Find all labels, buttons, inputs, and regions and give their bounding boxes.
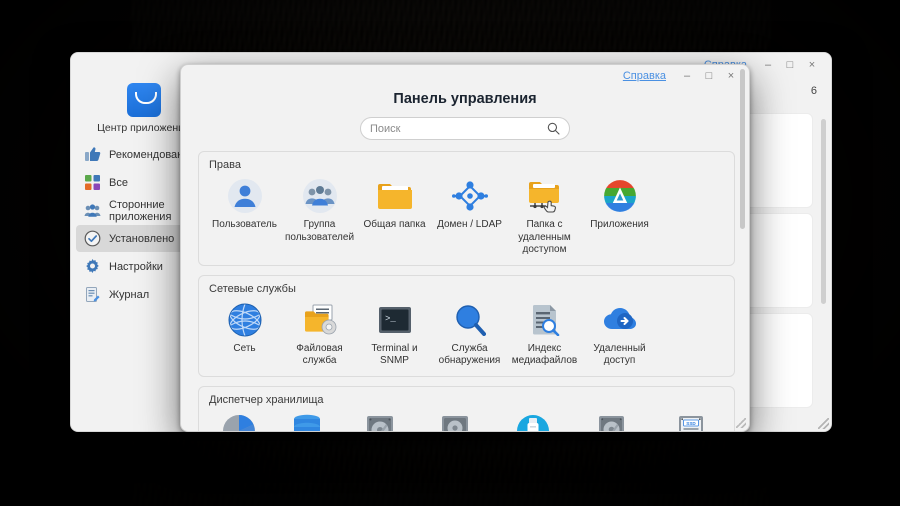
search-input[interactable] (370, 122, 547, 135)
item-virtual-disk[interactable]: VHD Виртуальный диск (417, 410, 493, 431)
shared-folder-remote-icon (526, 177, 564, 215)
group-permissions: Права Пользователь Группа пользователей … (198, 151, 735, 266)
item-usb-device[interactable]: USB -устройство (493, 410, 573, 431)
search-area (181, 117, 749, 151)
globe-network-icon (226, 301, 264, 339)
item-label: Домен / LDAP (437, 219, 502, 230)
check-circle-icon (84, 230, 101, 247)
user-group-icon (301, 177, 339, 215)
item-terminal-snmp[interactable]: >_ Terminal и SNMP (357, 299, 432, 368)
group-title: Диспетчер хранилища (209, 393, 324, 406)
dialog-help-link[interactable]: Справка (623, 70, 666, 82)
sidebar-item-label: Рекомендовано (109, 148, 190, 161)
people-icon (84, 202, 101, 219)
sidebar-item-label: Все (109, 176, 128, 189)
group-title: Права (209, 159, 241, 171)
dialog-titlebar[interactable]: Справка – □ × (181, 65, 749, 87)
dialog-resize-handle[interactable] (736, 418, 746, 428)
log-document-icon (84, 286, 101, 303)
item-hard-disk[interactable]: Жесткий диск (343, 410, 417, 431)
domain-ldap-icon (451, 177, 489, 215)
group-items: Сеть Файловая служба >_ Terminal и SNMP … (207, 299, 726, 368)
usb-device-icon (514, 412, 552, 431)
folder-icon (376, 177, 414, 215)
app-window-minimize-button[interactable]: – (757, 56, 779, 74)
dialog-minimize-button[interactable]: – (676, 67, 698, 85)
sidebar-item-label: Настройки (109, 260, 163, 273)
item-label: Индекс медиафайлов (511, 342, 578, 367)
search-box[interactable] (360, 117, 570, 140)
app-window-resize-handle[interactable] (818, 418, 829, 429)
gear-icon (84, 258, 101, 275)
grid-squares-icon (84, 174, 101, 191)
ssd-cache-icon: SSD (672, 412, 710, 431)
item-file-service[interactable]: Файловая служба (282, 299, 357, 368)
item-label: Пользователь (212, 219, 277, 230)
hot-spare-icon (594, 412, 632, 431)
sidebar-item-label: Установлено (109, 232, 175, 245)
app-list-scrollbar[interactable] (821, 119, 826, 304)
item-label: Сеть (233, 342, 256, 354)
dialog-close-button[interactable]: × (720, 67, 742, 85)
item-applications[interactable]: Приложения (582, 175, 657, 232)
search-icon[interactable] (547, 122, 560, 135)
hard-disk-icon (361, 412, 399, 431)
item-hot-spare[interactable]: Горячий резерв (573, 410, 653, 431)
control-panel-dialog[interactable]: Справка – □ × Панель управления Права (180, 64, 750, 432)
item-user-group[interactable]: Группа пользователей (282, 175, 357, 244)
item-shared-folder[interactable]: Общая папка (357, 175, 432, 232)
item-media-index[interactable]: Индекс медиафайлов (507, 299, 582, 368)
item-user[interactable]: Пользователь (207, 175, 282, 232)
item-label: Общая папка (363, 219, 426, 230)
item-domain-ldap[interactable]: Домен / LDAP (432, 175, 507, 232)
virtual-disk-icon: VHD (436, 412, 474, 431)
user-avatar-icon (226, 177, 264, 215)
item-label: Файловая служба (296, 342, 343, 367)
media-index-icon (526, 301, 564, 339)
app-center-logo-icon (126, 83, 161, 117)
item-label: Группа пользователей (284, 219, 355, 243)
svg-text:SSD: SSD (686, 420, 696, 425)
groups-scroll-area[interactable]: Права Пользователь Группа пользователей … (181, 151, 749, 431)
group-network-services: Сетевые службы Сеть Файловая служба >_ T… (198, 274, 735, 377)
group-storage-manager: Диспетчер хранилища Том (198, 385, 735, 431)
dialog-maximize-button[interactable]: □ (698, 67, 720, 85)
item-volume[interactable]: Том (207, 410, 271, 431)
item-label: Удаленный доступ (593, 342, 646, 367)
terminal-icon: >_ (376, 301, 414, 339)
pie-volume-icon (220, 412, 258, 431)
page-title: Панель управления (393, 91, 537, 107)
item-label: Terminal и SNMP (371, 342, 418, 367)
item-hyper-cache[interactable]: SSD Hyper Cache (653, 410, 729, 431)
magnifier-discovery-icon (451, 301, 489, 339)
svg-text:>_: >_ (385, 314, 396, 324)
sidebar-item-label: Журнал (109, 288, 150, 301)
item-network[interactable]: Сеть (207, 299, 282, 356)
cloud-remote-access-icon (601, 301, 639, 339)
app-window-close-button[interactable]: × (801, 56, 823, 74)
item-remote-access[interactable]: Удаленный доступ (582, 299, 657, 368)
item-remote-shared-folder[interactable]: Папка с удаленным доступом (507, 175, 582, 257)
item-label: Приложения (590, 219, 649, 230)
storage-pool-icon (288, 412, 326, 431)
group-title: Сетевые службы (209, 282, 296, 295)
app-window-maximize-button[interactable]: □ (779, 56, 801, 74)
item-label: Папка с удаленным доступом (518, 219, 571, 255)
group-items: Пользователь Группа пользователей Общая … (207, 175, 726, 257)
item-storage-pool[interactable]: Пул носителей (271, 410, 343, 431)
applications-icon (601, 177, 639, 215)
dialog-scrollbar[interactable] (740, 69, 745, 229)
item-label: Служба обнаружения (438, 342, 501, 367)
item-discovery-service[interactable]: Служба обнаружения (432, 299, 507, 368)
file-service-icon (301, 301, 339, 339)
installed-count: 6 (810, 85, 817, 97)
thumbs-up-icon (84, 146, 101, 163)
group-items: Том Пул носителей (207, 410, 729, 431)
